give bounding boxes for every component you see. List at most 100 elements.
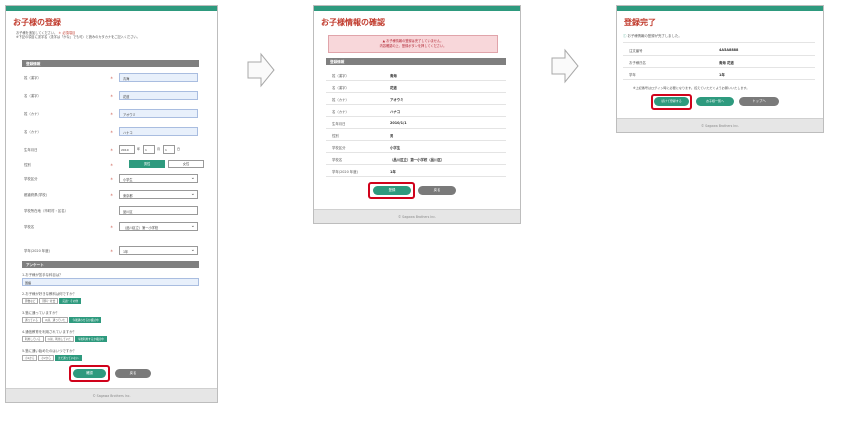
field-row-prefecture: 都道府県(学校) ＊ 東京都 ⌄ — [22, 189, 199, 200]
field-label: 名（カナ） — [24, 130, 41, 134]
required-mark: ＊ — [110, 148, 114, 152]
required-mark: ＊ — [110, 163, 114, 167]
top-button[interactable]: トップへ — [739, 97, 779, 106]
last-name-kanji-input[interactable]: 青海 — [119, 73, 198, 82]
school-select[interactable]: （品川区立）第一小学校 ⌄ — [119, 222, 198, 231]
option-chip[interactable]: 通っている — [22, 317, 41, 323]
required-mark: ＊ — [110, 76, 114, 80]
row-label: 生年月日 — [332, 122, 346, 126]
school-type-select[interactable]: 小学生 ⌄ — [119, 174, 198, 183]
prefecture-select[interactable]: 東京都 ⌄ — [119, 190, 198, 199]
field-row-last-name-kana: 姓（カナ） ＊ アオウミ — [22, 108, 199, 119]
required-mark: ＊ — [110, 130, 114, 134]
survey-options-3: 通っている 以前、通っていた 今後通わせるか検討中 — [22, 317, 102, 323]
result-row: 学年 1年 — [623, 68, 815, 80]
field-row-city: 学校所在地（市町村・区名） 品川区 — [22, 205, 199, 216]
option-chip-selected[interactable]: 英語・その他 — [59, 298, 81, 304]
section-header-survey: アンケート — [22, 261, 199, 268]
result-row: お子様氏名 青海 花道 — [623, 56, 815, 68]
row-value: 男 — [390, 134, 394, 138]
row-label: 学年(2020 年度) — [332, 170, 358, 174]
option-chip[interactable]: 小1から — [22, 355, 38, 361]
row-label: 姓（カナ） — [332, 98, 349, 102]
select-value: 東京都 — [123, 194, 133, 198]
footer: © Sagawa Brothers Inc. — [314, 209, 520, 223]
chevron-down-icon: ⌄ — [190, 223, 195, 229]
field-label: 姓（カナ） — [24, 112, 41, 116]
day-unit: 日 — [177, 147, 181, 151]
birth-day-input[interactable]: 1 — [163, 145, 175, 154]
continue-register-button[interactable]: 続けて登録する — [654, 97, 689, 106]
row-value: 青海 花道 — [719, 61, 734, 65]
row-value: 小学生 — [390, 146, 401, 150]
field-row-gender: 性別 ＊ 男性 女性 — [22, 159, 204, 170]
section-header: 登録情報 — [326, 58, 506, 65]
back-button[interactable]: 戻る — [115, 369, 151, 378]
option-chip[interactable]: 小2から — [38, 355, 54, 361]
footer: © Sagawa Brothers Inc. — [6, 388, 217, 402]
back-button[interactable]: 戻る — [418, 186, 456, 195]
first-name-kanji-input[interactable]: 花道 — [119, 91, 198, 100]
done-message: ⓘ お子様情報の登録が完了しました。 — [623, 33, 682, 38]
option-chip[interactable]: 以前、利用していた — [44, 336, 74, 342]
survey-answer-1-input[interactable]: 国語 — [22, 278, 199, 286]
check-circle-icon: ⓘ — [623, 34, 627, 38]
first-name-kana-input[interactable]: ハナコ — [119, 127, 198, 136]
row-value: 1年 — [719, 73, 725, 77]
row-label: 注文番号 — [629, 49, 643, 53]
result-row: 注文番号 4A5A8888 — [623, 44, 815, 56]
option-chip-selected[interactable]: 今後通わせるか検討中 — [69, 317, 102, 323]
register-button[interactable]: 登録 — [373, 186, 411, 195]
survey-question-4: 4.通信教育を利用されていますか？ — [22, 330, 76, 334]
required-mark: ＊ — [110, 193, 114, 197]
confirm-row: 学校名 （品川区立）第一小学校（品川区） — [326, 153, 506, 165]
option-chip[interactable]: 理科・社会 — [39, 298, 59, 304]
survey-options-4: 利用している 以前、利用していた 今後利用するか検討中 — [22, 336, 108, 342]
row-label: 名（カナ） — [332, 110, 349, 114]
field-row-first-name-kana: 名（カナ） ＊ ハナコ — [22, 126, 199, 137]
select-value: 小学生 — [123, 178, 133, 182]
row-value: 2010/1/1 — [390, 121, 407, 125]
option-chip[interactable]: 利用している — [22, 336, 44, 342]
arrow-right-icon — [247, 52, 275, 88]
arrow-right-icon — [551, 48, 579, 84]
confirm-row: 学校区分 小学生 — [326, 141, 506, 153]
birth-year-input[interactable]: 2010 — [119, 145, 135, 154]
row-label: 名（漢字） — [332, 86, 349, 90]
required-mark: ＊ — [110, 94, 114, 98]
confirm-button[interactable]: 確認 — [73, 369, 106, 378]
survey-options-5: 小1から 小2から まだ通っていない — [22, 355, 83, 361]
gender-male-toggle[interactable]: 男性 — [129, 160, 165, 168]
alert-line-2: 内容確認の上、登録ボタンを押してください。 — [379, 44, 447, 48]
gender-female-toggle[interactable]: 女性 — [168, 160, 204, 168]
confirm-row: 性別 男 — [326, 129, 506, 141]
row-value: 1年 — [390, 170, 396, 174]
row-value: 花道 — [390, 86, 397, 90]
row-label: 学校区分 — [332, 146, 346, 150]
child-list-button[interactable]: お子様一覧へ — [696, 97, 734, 106]
city-input[interactable]: 品川区 — [119, 206, 198, 215]
intro-text: お子様を追加してください。 ＊ 必須項目 ※下記の項目に漢字名（漢字は「かな」で… — [6, 31, 217, 40]
grade-select[interactable]: 1年 ⌄ — [119, 246, 198, 255]
last-name-kana-input[interactable]: アオウミ — [119, 109, 198, 118]
option-chip-selected[interactable]: まだ通っていない — [54, 355, 82, 361]
field-label: 姓（漢字） — [24, 76, 41, 80]
survey-question-2: 2.お子様が好きな教科は何ですか？ — [22, 292, 77, 296]
field-label: 都道府県(学校) — [24, 193, 47, 197]
option-chip[interactable]: 以前、通っていた — [41, 317, 69, 323]
warning-alert: ▲ お子様情報の登録は完了していません。 内容確認の上、登録ボタンを押してくださ… — [328, 35, 498, 53]
page-title: お子様の登録 — [13, 18, 61, 27]
option-chip[interactable]: 算数など — [22, 298, 39, 304]
confirm-row: 学年(2020 年度) 1年 — [326, 165, 506, 177]
option-chip-selected[interactable]: 今後利用するか検討中 — [74, 336, 107, 342]
field-label: 性別 — [24, 163, 31, 167]
section-header-basic: 登録情報 — [22, 60, 199, 67]
birth-month-input[interactable]: 1 — [143, 145, 155, 154]
field-row-birthdate: 生年月日 ＊ 2010 年 1 月 1 日 — [22, 144, 199, 155]
survey-options-2: 算数など 理科・社会 英語・その他 — [22, 298, 82, 304]
survey-question-3: 3.塾に通っていますか？ — [22, 311, 59, 315]
required-mark: ＊ — [110, 225, 114, 229]
chevron-down-icon: ⌄ — [190, 191, 195, 197]
confirm-row: 生年月日 2010/1/1 — [326, 117, 506, 129]
required-mark: ＊ — [110, 249, 114, 253]
